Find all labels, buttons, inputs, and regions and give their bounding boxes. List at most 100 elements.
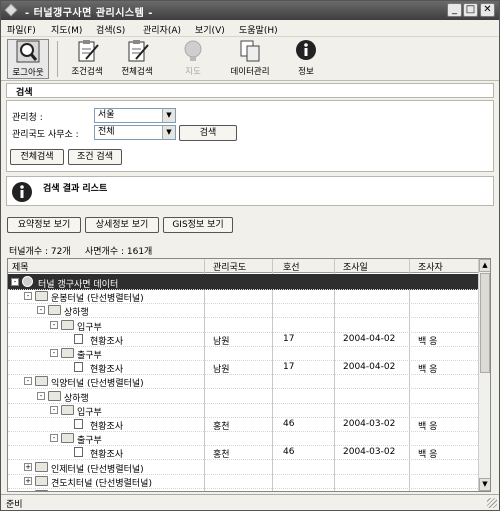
full-search-tool-button[interactable]: 전체검색 — [117, 39, 157, 79]
info-tool-button[interactable]: 정보 — [291, 39, 321, 79]
full-search-label: 전체검색 — [121, 67, 153, 77]
table-row[interactable]: + 장전터널 (단선병렬터널) — [8, 487, 478, 492]
column-header-agency[interactable]: 관리국도 — [213, 260, 246, 273]
collapse-icon[interactable]: - — [24, 292, 32, 301]
collapse-icon[interactable]: - — [50, 320, 58, 329]
resize-grip-icon[interactable] — [487, 498, 497, 508]
column-header-date[interactable]: 조사일 — [343, 260, 368, 273]
folder-icon — [35, 376, 48, 387]
column-header-title[interactable]: 제목 — [12, 260, 29, 273]
cell-date: 2004-04-02 — [343, 362, 396, 373]
menu-file[interactable]: 파일(F) — [7, 23, 36, 36]
summary-info-button[interactable]: 요약정보 보기 — [7, 217, 81, 233]
results-section-header: 검색 결과 리스트 — [6, 176, 494, 206]
toolbar-separator — [57, 41, 58, 77]
map-tool-button[interactable]: 지도 — [177, 39, 209, 79]
app-icon — [4, 3, 18, 17]
collapse-icon[interactable]: - — [50, 405, 58, 414]
agency-select[interactable]: 서울 ▼ — [94, 108, 176, 123]
globe-icon — [184, 40, 202, 61]
cell-title: 장전터널 (단선병렬터널) — [51, 490, 144, 491]
menu-search[interactable]: 검색(S) — [96, 23, 125, 36]
magnifier-icon — [16, 40, 40, 63]
collapse-icon[interactable]: - — [50, 349, 58, 357]
expand-icon[interactable]: + — [24, 476, 32, 485]
info-icon — [12, 182, 32, 202]
data-manage-tool-button[interactable]: 데이터관리 — [226, 39, 274, 79]
search-section-header: 검색 — [6, 83, 494, 98]
map-label: 지도 — [185, 67, 201, 77]
search-form: 관리청 : 서울 ▼ 관리국도 사무소 : 전체 ▼ 검색 전체검색 조건 검색 — [6, 100, 494, 172]
window-title: - 터널갱구사면 관리시스템 - — [25, 8, 153, 19]
grid-header: 제목 관리국도 호선 조사일 조사자 — [8, 259, 478, 273]
collapse-icon[interactable]: - — [11, 278, 19, 286]
menu-admin[interactable]: 관리자(A) — [143, 23, 181, 36]
data-manage-label: 데이터관리 — [230, 67, 270, 77]
collapse-icon[interactable]: - — [37, 306, 45, 315]
vertical-scrollbar[interactable]: ▲ ▼ — [478, 259, 490, 491]
collapse-icon[interactable]: - — [24, 377, 32, 386]
results-section-title: 검색 결과 리스트 — [43, 184, 108, 194]
cell-date: 2004-04-02 — [343, 333, 396, 344]
all-search-button[interactable]: 전체검색 — [10, 149, 64, 165]
detail-info-button[interactable]: 상세정보 보기 — [85, 217, 159, 233]
info-icon — [296, 40, 316, 60]
scroll-up-icon[interactable]: ▲ — [479, 259, 490, 272]
folder-icon — [48, 305, 61, 316]
menu-map[interactable]: 지도(M) — [51, 23, 82, 36]
folder-icon — [61, 348, 74, 358]
column-header-surveyor[interactable]: 조사자 — [418, 260, 443, 273]
condition-search-tool-button[interactable]: 조건검색 — [67, 39, 107, 79]
collapse-icon[interactable]: - — [37, 391, 45, 400]
expand-icon[interactable]: + — [24, 491, 32, 492]
menu-bar: 파일(F) 지도(M) 검색(S) 관리자(A) 보기(V) 도움말(H) — [1, 20, 499, 37]
tunnel-count: 터널개수 : 72개 — [9, 247, 71, 257]
results-tree-grid[interactable]: 제목 관리국도 호선 조사일 조사자 - 터널 갱구사면 데이터 - 운봉터널 (단선… — [7, 258, 491, 492]
office-label: 관리국도 사무소 : — [12, 130, 79, 140]
chevron-down-icon: ▼ — [162, 126, 175, 139]
info-label: 정보 — [298, 67, 314, 77]
cell-route: 46 — [283, 419, 295, 429]
scroll-down-icon[interactable]: ▼ — [479, 478, 490, 491]
folder-icon — [35, 490, 48, 491]
menu-help[interactable]: 도움말(H) — [239, 23, 278, 36]
scroll-thumb[interactable] — [480, 273, 490, 373]
condition-search-button[interactable]: 조건 검색 — [68, 149, 122, 165]
maximize-button[interactable]: □ — [463, 3, 478, 17]
minimize-button[interactable]: _ — [447, 3, 462, 17]
condition-search-label: 조건검색 — [71, 67, 103, 77]
office-select-value: 전체 — [98, 127, 115, 137]
logout-tool-button[interactable]: 로그아웃 — [7, 39, 49, 79]
status-text: 준비 — [6, 500, 23, 510]
column-header-route[interactable]: 호선 — [283, 260, 300, 273]
folder-icon — [48, 390, 61, 401]
cell-date: 2004-03-02 — [343, 447, 396, 458]
clipboard-icon — [128, 40, 149, 62]
document-icon — [74, 447, 83, 458]
folder-icon — [35, 461, 48, 472]
expand-icon[interactable]: + — [24, 462, 32, 471]
clipboard-pencil-icon — [78, 40, 99, 62]
gis-info-button[interactable]: GIS정보 보기 — [163, 217, 233, 233]
office-select[interactable]: 전체 ▼ — [94, 125, 176, 140]
title-bar: - 터널갱구사면 관리시스템 - _ □ ✕ — [1, 1, 499, 20]
status-bar: 준비 — [1, 494, 499, 510]
document-icon — [74, 362, 83, 373]
cell-route: 17 — [283, 333, 295, 344]
app-window: - 터널갱구사면 관리시스템 - _ □ ✕ 파일(F) 지도(M) 검색(S)… — [0, 0, 500, 511]
logout-label: 로그아웃 — [12, 68, 44, 78]
toolbar: 로그아웃 조건검색 전체검색 지도 데이터관리 정보 — [1, 37, 499, 81]
folder-icon — [61, 404, 74, 415]
cell-route: 46 — [283, 447, 295, 458]
menu-view[interactable]: 보기(V) — [195, 23, 225, 36]
cell-date: 2004-03-02 — [343, 419, 396, 429]
collapse-icon[interactable]: - — [50, 434, 58, 443]
agency-select-value: 서울 — [98, 110, 115, 120]
cell-route: 17 — [283, 362, 295, 373]
search-button[interactable]: 검색 — [179, 125, 237, 141]
document-icon — [74, 419, 83, 429]
globe-icon — [22, 276, 33, 287]
document-icon — [74, 333, 83, 344]
close-button[interactable]: ✕ — [480, 3, 495, 17]
chevron-down-icon: ▼ — [162, 109, 175, 122]
